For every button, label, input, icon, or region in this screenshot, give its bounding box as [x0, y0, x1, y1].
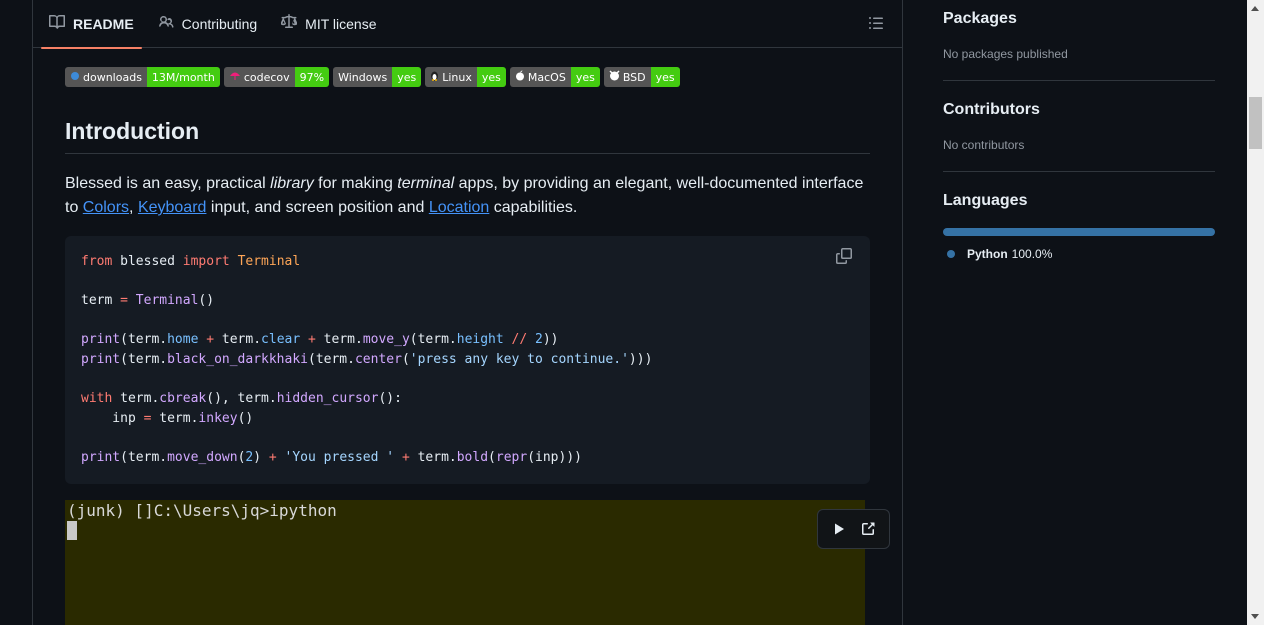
language-name: Python — [967, 247, 1008, 261]
intro-paragraph: Blessed is an easy, practical library fo… — [65, 175, 864, 216]
badge-label: Windows — [338, 70, 388, 84]
tab-readme[interactable]: README — [41, 0, 142, 49]
readme-container: README Contributing MIT license download… — [32, 0, 903, 625]
languages-section: Languages — [943, 192, 1215, 210]
badge-value: yes — [570, 67, 600, 87]
play-button[interactable] — [831, 521, 847, 537]
terminal-line: (junk) []C:\Users\jq>ipython — [67, 501, 337, 520]
badge-linux[interactable]: Linux yes — [425, 67, 506, 87]
scroll-up-icon[interactable] — [1251, 6, 1259, 11]
copy-button[interactable] — [836, 248, 856, 268]
book-icon — [49, 14, 73, 33]
badge-label: downloads — [83, 70, 142, 84]
scroll-down-icon[interactable] — [1251, 614, 1259, 619]
people-icon — [158, 14, 182, 33]
readme-tabs: README Contributing MIT license — [33, 0, 902, 49]
badge-value: yes — [650, 67, 680, 87]
outline-button[interactable] — [868, 15, 886, 33]
code-block[interactable]: from blessed import Terminal term = Term… — [65, 236, 870, 484]
media-controls — [817, 509, 890, 549]
badge-downloads[interactable]: downloads 13M/month — [65, 67, 220, 87]
pepy-icon — [70, 71, 80, 84]
packages-section: Packages No packages published — [943, 10, 1215, 61]
contributors-heading[interactable]: Contributors — [943, 101, 1215, 119]
language-bar — [943, 228, 1215, 236]
python-color-dot — [947, 250, 955, 258]
law-icon — [280, 14, 305, 33]
badge-label: BSD — [622, 70, 646, 84]
contributors-section: Contributors No contributors — [943, 101, 1215, 152]
copy-icon — [836, 248, 852, 268]
apple-icon — [515, 70, 525, 84]
keyboard-link[interactable]: Keyboard — [138, 199, 207, 216]
badge-value: 97% — [294, 67, 330, 87]
badge-value: yes — [476, 67, 506, 87]
location-link[interactable]: Location — [429, 199, 490, 216]
tab-label: Contributing — [181, 15, 258, 32]
bsd-icon — [609, 70, 620, 84]
link-external-icon — [860, 521, 876, 537]
badge-label: codecov — [243, 70, 290, 84]
page-scrollbar[interactable] — [1247, 0, 1264, 625]
tab-contributing[interactable]: Contributing — [150, 0, 266, 48]
terminal-animation: (junk) []C:\Users\jq>ipython — [65, 500, 890, 625]
contributors-text: No contributors — [943, 138, 1025, 152]
tab-license[interactable]: MIT license — [273, 0, 384, 48]
packages-text: No packages published — [943, 47, 1068, 61]
scrollbar-thumb[interactable] — [1249, 97, 1262, 149]
packages-heading[interactable]: Packages — [943, 10, 1215, 28]
badge-bsd[interactable]: BSD yes — [603, 67, 680, 87]
language-percent: 100.0% — [1011, 247, 1053, 261]
terminal-cursor — [67, 521, 77, 540]
badge-value: 13M/month — [146, 67, 220, 87]
language-item-python[interactable]: Python 100.0% — [947, 247, 1052, 261]
tux-icon — [430, 70, 439, 84]
badge-macos[interactable]: MacOS yes — [509, 67, 600, 87]
tab-label: README — [73, 15, 134, 32]
badge-label: MacOS — [527, 70, 566, 84]
introduction-heading: Introduction — [65, 118, 870, 154]
badge-codecov[interactable]: codecov 97% — [223, 67, 330, 87]
colors-link[interactable]: Colors — [83, 199, 129, 216]
languages-heading: Languages — [943, 192, 1028, 209]
open-external-button[interactable] — [860, 521, 876, 537]
badge-windows[interactable]: Windows yes — [333, 67, 422, 87]
divider — [943, 171, 1215, 172]
play-icon — [831, 521, 847, 537]
divider — [943, 80, 1215, 81]
badge-label: Linux — [442, 70, 472, 84]
list-unordered-icon — [868, 17, 884, 35]
badge-value: yes — [392, 67, 422, 87]
umbrella-icon — [229, 71, 241, 84]
tab-label: MIT license — [305, 15, 377, 32]
badge-row: downloads 13M/month codecov 97% Windows … — [65, 67, 680, 87]
